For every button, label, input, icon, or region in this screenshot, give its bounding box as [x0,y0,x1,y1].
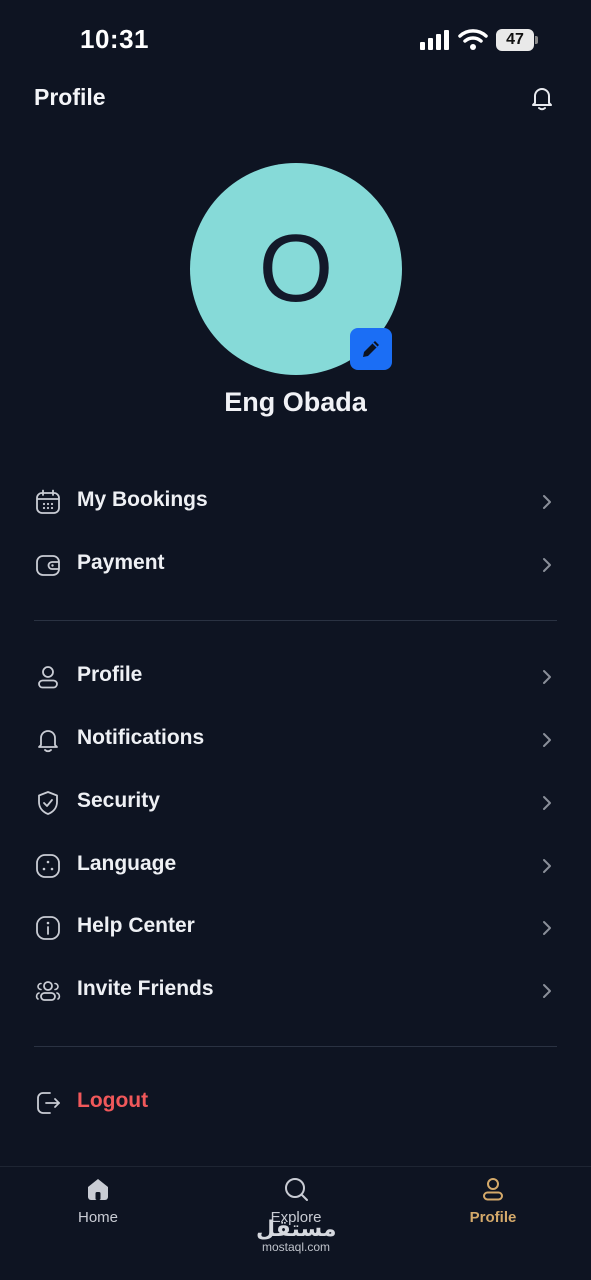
chevron-right-icon [543,796,551,810]
bell-icon [38,730,58,753]
menu-item-profile[interactable]: Profile [0,649,591,705]
menu-item-label: My Bookings [77,488,208,511]
calendar-icon [36,489,60,514]
menu-item-label: Help Center [77,914,195,937]
wifi-icon [458,29,488,50]
profile-screen: 10:31 47 Profile O Eng Obada My Bookings… [0,0,591,1280]
watermark-arabic: مستقل [256,1216,337,1241]
search-icon [285,1178,308,1201]
menu-item-label: Payment [77,551,165,574]
chevron-right-icon [543,558,551,572]
chevron-right-icon [543,984,551,998]
battery-level: 47 [506,31,524,48]
menu-item-label: Security [77,789,160,812]
nav-profile[interactable]: Profile [433,1167,553,1237]
pencil-icon [363,341,379,357]
battery-tip [535,36,538,44]
menu-item-label: Profile [77,663,143,686]
menu-item-label: Notifications [77,726,205,749]
edit-avatar-button[interactable] [350,328,392,370]
cellular-signal-icon [420,30,449,50]
menu-item-language[interactable]: Language [0,838,591,894]
users-icon [35,981,61,1001]
status-bar: 10:31 47 [0,0,591,80]
logout-button[interactable]: Logout [0,1075,591,1131]
chevron-right-icon [543,733,551,747]
divider [34,1046,557,1047]
bell-icon[interactable] [528,84,556,112]
info-icon [36,916,60,940]
user-icon [38,666,58,689]
chevron-right-icon [543,921,551,935]
status-time: 10:31 [80,24,149,54]
menu-item-security[interactable]: Security [0,775,591,831]
nav-home[interactable]: Home [38,1167,158,1237]
watermark: مستقل mostaql.com [256,1216,337,1255]
menu-item-label: Language [77,852,177,875]
menu-item-my-bookings[interactable]: My Bookings [0,474,591,530]
menu-item-label: Invite Friends [77,977,214,1000]
battery-indicator: 47 [496,29,538,51]
chevron-right-icon [543,670,551,684]
logout-icon [37,1092,60,1114]
wallet-icon [36,555,60,576]
divider [34,620,557,621]
page-title: Profile [34,84,106,110]
watermark-site: mostaql.com [261,1240,331,1254]
chevron-right-icon [543,859,551,873]
logout-label: Logout [77,1089,149,1112]
home-icon [88,1179,108,1200]
user-icon [483,1178,503,1201]
nav-label: Home [77,1209,118,1226]
menu-item-help-center[interactable]: Help Center [0,900,591,956]
user-name: Eng Obada [224,387,367,417]
chevron-right-icon [543,495,551,509]
menu-item-invite-friends[interactable]: Invite Friends [0,963,591,1019]
shield-check-icon [38,791,58,815]
menu-item-payment[interactable]: Payment [0,537,591,593]
language-icon [36,854,60,878]
nav-label-active: Profile [469,1209,517,1226]
menu-item-notifications[interactable]: Notifications [0,712,591,768]
